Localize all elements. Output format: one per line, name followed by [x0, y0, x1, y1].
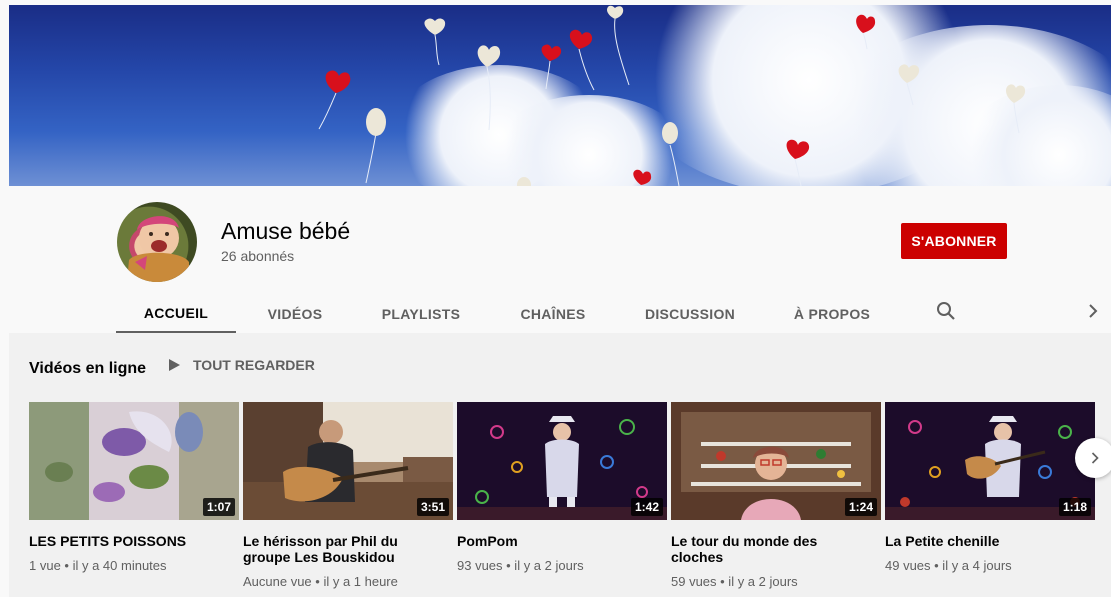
video-duration: 3:51: [416, 498, 449, 516]
channel-header: Amuse bébé 26 abonnés S'ABONNER ACCUEIL …: [9, 186, 1111, 334]
channel-avatar[interactable]: [117, 202, 197, 282]
video-thumbnail[interactable]: 1:42: [457, 402, 667, 520]
tab-discussion[interactable]: DISCUSSION: [618, 294, 762, 334]
video-card[interactable]: 1:24 Le tour du monde des cloches 59 vue…: [671, 402, 881, 589]
video-card[interactable]: 3:51 Le hérisson par Phil du groupe Les …: [243, 402, 453, 589]
play-icon: [169, 359, 180, 371]
video-card[interactable]: 1:18 La Petite chenille 49 vues • il y a…: [885, 402, 1095, 573]
channel-tabs: ACCUEIL VIDÉOS PLAYLISTS CHAÎNES DISCUSS…: [116, 294, 902, 334]
video-thumbnail[interactable]: 1:07: [29, 402, 239, 520]
play-all-label: TOUT REGARDER: [193, 357, 315, 373]
video-card[interactable]: 1:42 PomPom 93 vues • il y a 2 jours: [457, 402, 667, 573]
video-meta: 49 vues • il y a 4 jours: [885, 558, 1012, 573]
tab-accueil[interactable]: ACCUEIL: [116, 294, 236, 334]
subscribe-button[interactable]: S'ABONNER: [901, 223, 1007, 259]
home-content: Vidéos en ligne TOUT REGARDER 1:07 LES P…: [9, 333, 1111, 597]
video-meta: 59 vues • il y a 2 jours: [671, 574, 798, 589]
channel-name: Amuse bébé: [221, 218, 351, 244]
search-icon[interactable]: [934, 299, 958, 323]
video-title[interactable]: Le tour du monde des cloches: [671, 533, 871, 565]
chevron-right-icon: [1091, 452, 1099, 464]
balloons-illustration: [318, 5, 1026, 186]
video-thumbnail[interactable]: 1:18: [885, 402, 1095, 520]
shelf-title[interactable]: Vidéos en ligne: [29, 360, 146, 378]
video-title[interactable]: PomPom: [457, 533, 657, 549]
video-title[interactable]: La Petite chenille: [885, 533, 1085, 549]
video-thumbnail[interactable]: 1:24: [671, 402, 881, 520]
video-duration: 1:24: [844, 498, 877, 516]
shelf-next-button[interactable]: [1075, 438, 1111, 478]
video-duration: 1:42: [630, 498, 663, 516]
video-title[interactable]: Le hérisson par Phil du groupe Les Bousk…: [243, 533, 443, 565]
video-meta: 1 vue • il y a 40 minutes: [29, 558, 167, 573]
avatar-baby-image: [127, 216, 189, 282]
tab-chaines[interactable]: CHAÎNES: [488, 294, 618, 334]
chevron-right-icon[interactable]: [1081, 299, 1105, 323]
video-card[interactable]: 1:07 LES PETITS POISSONS 1 vue • il y a …: [29, 402, 239, 573]
video-thumbnail[interactable]: 3:51: [243, 402, 453, 520]
subscriber-count: 26 abonnés: [221, 248, 295, 264]
tab-a-propos[interactable]: À PROPOS: [762, 294, 902, 334]
play-all-button[interactable]: TOUT REGARDER: [167, 357, 315, 373]
channel-banner: [9, 5, 1111, 186]
video-meta: Aucune vue • il y a 1 heure: [243, 574, 398, 589]
video-duration: 1:07: [202, 498, 235, 516]
video-meta: 93 vues • il y a 2 jours: [457, 558, 584, 573]
tab-videos[interactable]: VIDÉOS: [236, 294, 354, 334]
video-duration: 1:18: [1058, 498, 1091, 516]
video-title[interactable]: LES PETITS POISSONS: [29, 533, 229, 549]
tab-playlists[interactable]: PLAYLISTS: [354, 294, 488, 334]
